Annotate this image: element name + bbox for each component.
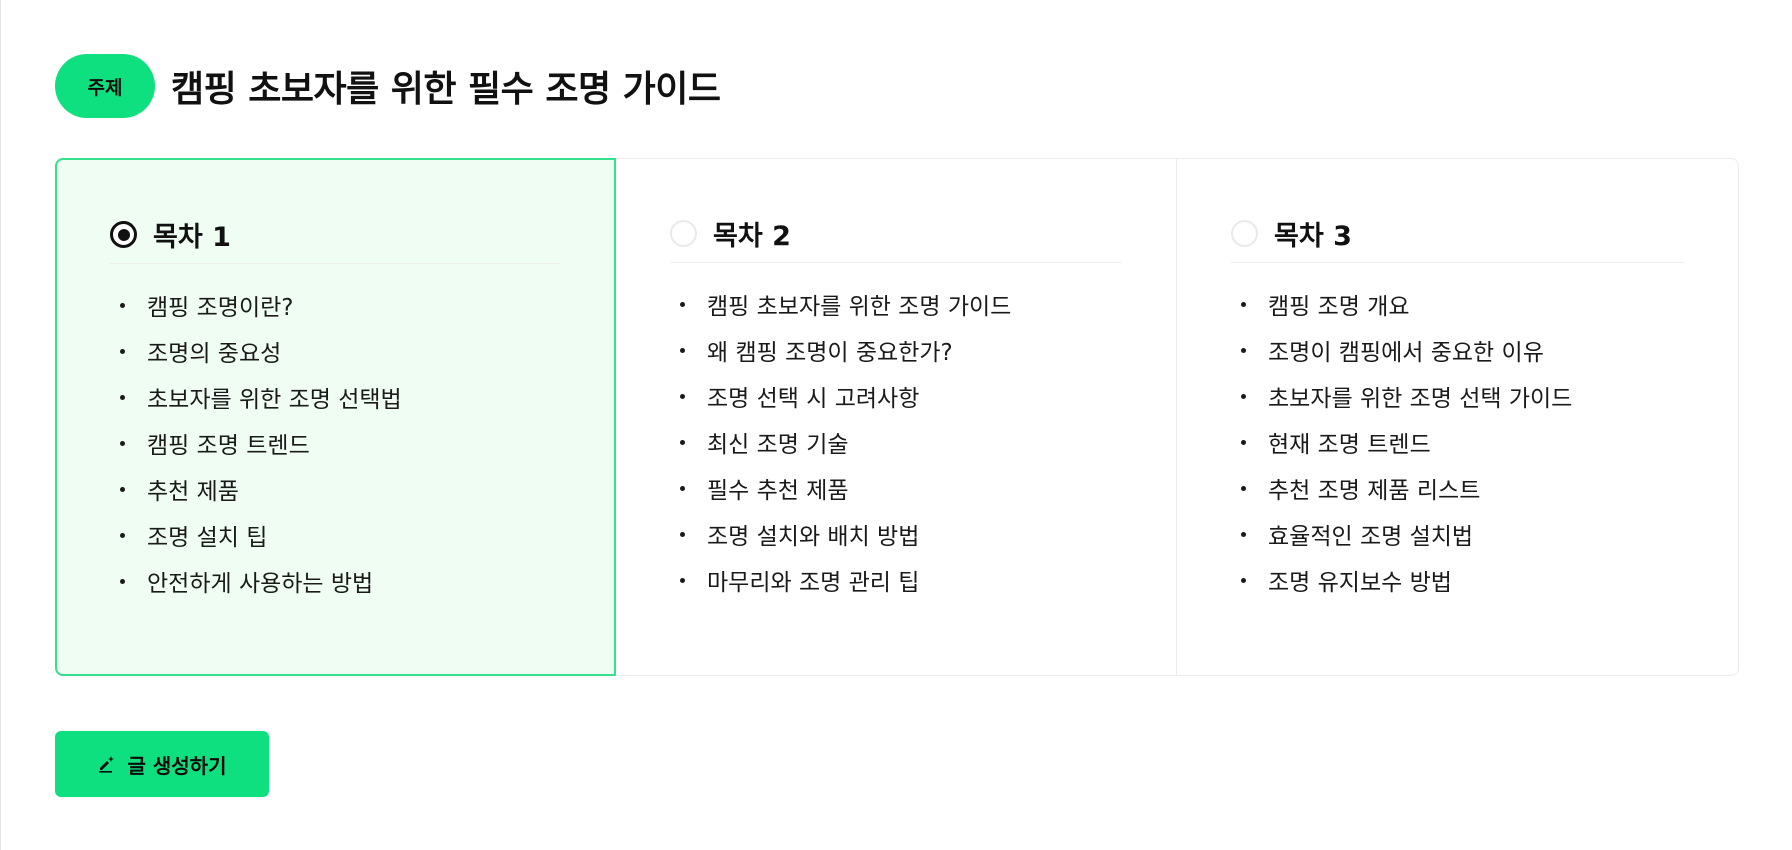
bullet-icon	[680, 347, 685, 353]
outline-card-header: 목차 2	[670, 205, 1122, 263]
list-item-text: 조명의 중요성	[147, 341, 282, 367]
list-item: 캠핑 조명 트렌드	[120, 420, 560, 466]
list-item: 안전하게 사용하는 방법	[120, 558, 560, 604]
list-item-text: 조명 설치 팁	[147, 525, 268, 551]
bullet-icon	[1241, 577, 1246, 583]
outline-card-3[interactable]: 목차 3 캠핑 조명 개요 조명이 캠핑에서 중요한 이유 초보자를 위한 조명…	[1177, 159, 1738, 675]
outline-card-1[interactable]: 목차 1 캠핑 조명이란? 조명의 중요성 초보자를 위한 조명 선택법 캠핑 …	[55, 158, 616, 676]
list-item: 캠핑 조명이란?	[120, 282, 560, 328]
generate-post-button[interactable]: 글 생성하기	[55, 731, 269, 797]
outline-card-label: 목차 2	[713, 221, 791, 252]
list-item: 캠핑 조명 개요	[1241, 281, 1684, 327]
list-item-text: 마무리와 조명 관리 팁	[707, 570, 920, 596]
list-item-text: 효율적인 조명 설치법	[1268, 524, 1474, 550]
bullet-icon	[1241, 439, 1246, 445]
radio-unselected-icon[interactable]	[1231, 220, 1258, 247]
bullet-icon	[120, 348, 125, 354]
list-item-text: 캠핑 초보자를 위한 조명 가이드	[707, 294, 1012, 320]
list-item-text: 최신 조명 기술	[707, 432, 849, 458]
radio-unselected-icon[interactable]	[670, 220, 697, 247]
list-item: 추천 제품	[120, 466, 560, 512]
list-item: 현재 조명 트렌드	[1241, 419, 1684, 465]
list-item: 초보자를 위한 조명 선택 가이드	[1241, 373, 1684, 419]
bullet-icon	[680, 439, 685, 445]
topic-badge: 주제	[55, 54, 155, 118]
outline-card-header: 목차 3	[1231, 205, 1684, 263]
list-item: 초보자를 위한 조명 선택법	[120, 374, 560, 420]
list-item: 필수 추천 제품	[680, 465, 1122, 511]
outline-card-2[interactable]: 목차 2 캠핑 초보자를 위한 조명 가이드 왜 캠핑 조명이 중요한가? 조명…	[616, 159, 1177, 675]
list-item-text: 현재 조명 트렌드	[1268, 432, 1431, 458]
list-item-text: 추천 조명 제품 리스트	[1268, 478, 1481, 504]
list-item: 마무리와 조명 관리 팁	[680, 557, 1122, 603]
bullet-icon	[1241, 347, 1246, 353]
list-item-text: 조명 유지보수 방법	[1268, 570, 1452, 596]
radio-selected-icon[interactable]	[110, 221, 137, 248]
outline-card-label: 목차 3	[1274, 221, 1352, 252]
bullet-icon	[1241, 531, 1246, 537]
list-item-text: 추천 제품	[147, 479, 239, 505]
list-item: 추천 조명 제품 리스트	[1241, 465, 1684, 511]
bullet-icon	[120, 440, 125, 446]
list-item-text: 조명 설치와 배치 방법	[707, 524, 920, 550]
bullet-icon	[1241, 393, 1246, 399]
list-item-text: 캠핑 조명 트렌드	[147, 433, 310, 459]
bullet-icon	[120, 302, 125, 308]
list-item: 조명 선택 시 고려사항	[680, 373, 1122, 419]
topic-header: 주제 캠핑 초보자를 위한 필수 조명 가이드	[55, 54, 721, 118]
generate-button-label: 글 생성하기	[127, 753, 227, 778]
list-item-text: 왜 캠핑 조명이 중요한가?	[707, 340, 953, 366]
outline-item-list: 캠핑 초보자를 위한 조명 가이드 왜 캠핑 조명이 중요한가? 조명 선택 시…	[670, 281, 1122, 603]
list-item: 효율적인 조명 설치법	[1241, 511, 1684, 557]
list-item-text: 캠핑 조명 개요	[1268, 294, 1410, 320]
bullet-icon	[120, 486, 125, 492]
list-item-text: 초보자를 위한 조명 선택법	[147, 387, 402, 413]
list-item-text: 안전하게 사용하는 방법	[147, 571, 374, 597]
bullet-icon	[680, 301, 685, 307]
outline-item-list: 캠핑 조명이란? 조명의 중요성 초보자를 위한 조명 선택법 캠핑 조명 트렌…	[110, 282, 560, 604]
topic-title: 캠핑 초보자를 위한 필수 조명 가이드	[171, 69, 721, 110]
outline-selection-page: 주제 캠핑 초보자를 위한 필수 조명 가이드 목차 1 캠핑 조명이란? 조명…	[0, 0, 1792, 850]
outline-item-list: 캠핑 조명 개요 조명이 캠핑에서 중요한 이유 초보자를 위한 조명 선택 가…	[1231, 281, 1684, 603]
bullet-icon	[680, 531, 685, 537]
list-item: 조명 설치 팁	[120, 512, 560, 558]
list-item: 최신 조명 기술	[680, 419, 1122, 465]
list-item-text: 조명 선택 시 고려사항	[707, 386, 920, 412]
list-item-text: 조명이 캠핑에서 중요한 이유	[1268, 340, 1544, 366]
bullet-icon	[680, 393, 685, 399]
list-item: 조명 유지보수 방법	[1241, 557, 1684, 603]
list-item: 조명의 중요성	[120, 328, 560, 374]
bullet-icon	[680, 577, 685, 583]
list-item-text: 캠핑 조명이란?	[147, 295, 294, 321]
list-item: 조명이 캠핑에서 중요한 이유	[1241, 327, 1684, 373]
bullet-icon	[120, 578, 125, 584]
list-item: 조명 설치와 배치 방법	[680, 511, 1122, 557]
bullet-icon	[120, 394, 125, 400]
list-item: 왜 캠핑 조명이 중요한가?	[680, 327, 1122, 373]
outline-card-label: 목차 1	[153, 222, 231, 253]
list-item: 캠핑 초보자를 위한 조명 가이드	[680, 281, 1122, 327]
bullet-icon	[120, 532, 125, 538]
bullet-icon	[680, 485, 685, 491]
bullet-icon	[1241, 485, 1246, 491]
pen-sparkle-icon	[98, 755, 116, 773]
outline-options: 목차 1 캠핑 조명이란? 조명의 중요성 초보자를 위한 조명 선택법 캠핑 …	[55, 158, 1739, 676]
list-item-text: 필수 추천 제품	[707, 478, 849, 504]
outline-card-header: 목차 1	[110, 206, 560, 264]
list-item-text: 초보자를 위한 조명 선택 가이드	[1268, 386, 1573, 412]
bullet-icon	[1241, 301, 1246, 307]
